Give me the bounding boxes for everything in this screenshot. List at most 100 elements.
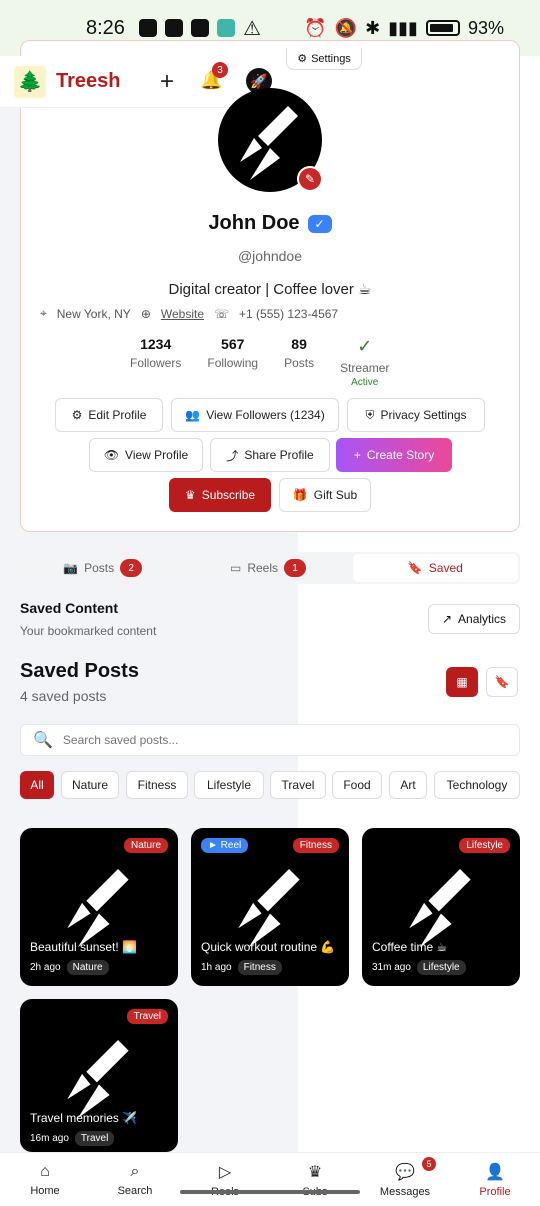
- battery-icon: [425, 20, 460, 36]
- filter-chip-fitness[interactable]: Fitness: [126, 771, 188, 799]
- gear-icon: ⚙: [297, 53, 308, 65]
- user-icon: 👤: [485, 1163, 505, 1181]
- brand-name[interactable]: Treesh: [56, 70, 120, 93]
- post-category-tag: Nature: [123, 838, 168, 853]
- verified-badge-icon: ✓: [307, 214, 332, 233]
- section-subtitle: Your bookmarked content: [20, 624, 157, 638]
- app-icon: [216, 19, 235, 37]
- filter-chip-nature[interactable]: Nature: [61, 771, 119, 799]
- website-link[interactable]: Website: [161, 307, 204, 321]
- grid-icon: ▦: [456, 675, 468, 689]
- post-category: Lifestyle: [416, 960, 466, 975]
- filter-chip-travel[interactable]: Travel: [270, 771, 326, 799]
- plus-icon: +: [353, 448, 361, 462]
- nav-messages[interactable]: 💬 Messages 5: [360, 1153, 450, 1206]
- saved-post-card[interactable]: Lifestyle Coffee time ☕ 31m ago Lifestyl…: [362, 828, 520, 986]
- filter-chip-all[interactable]: All: [20, 771, 54, 799]
- post-footer: 16m ago Travel: [30, 1131, 115, 1146]
- post-category-tag: Lifestyle: [459, 838, 510, 853]
- edit-avatar-button[interactable]: ✎: [297, 166, 323, 192]
- saved-post-card[interactable]: Nature Beautiful sunset! 🌅 2h ago Nature: [20, 828, 178, 986]
- stat-posts[interactable]: 89 Posts: [284, 336, 314, 388]
- nav-home[interactable]: ⌂ Home: [0, 1153, 90, 1206]
- subscribe-button[interactable]: ♛ Subscribe: [169, 478, 271, 512]
- edit-profile-button[interactable]: ⚙ Edit Profile: [55, 398, 163, 432]
- check-icon: ✓: [357, 336, 373, 356]
- share-profile-button[interactable]: ⤴ Share Profile: [210, 438, 330, 472]
- home-icon: ⌂: [40, 1162, 50, 1180]
- instagram-icon: [138, 19, 157, 37]
- settings-button[interactable]: ⚙ Settings: [286, 48, 362, 70]
- post-footer: 1h ago Fitness: [201, 960, 282, 975]
- post-category: Fitness: [237, 960, 282, 975]
- mute-icon: 🔕: [334, 17, 358, 38]
- post-category-tag: Travel: [126, 1009, 168, 1024]
- share-icon: ⤴: [226, 448, 239, 463]
- nav-reels[interactable]: ▷ Reels: [180, 1153, 270, 1206]
- privacy-settings-button[interactable]: ⛨ Privacy Settings: [347, 398, 485, 432]
- search-input[interactable]: [62, 733, 483, 747]
- nav-profile[interactable]: 👤 Profile: [450, 1153, 540, 1206]
- add-icon[interactable]: +: [160, 68, 174, 96]
- reels-count-badge: 1: [284, 559, 306, 577]
- battery-level: 93%: [467, 17, 504, 38]
- filter-chip-lifestyle[interactable]: Lifestyle: [194, 771, 264, 799]
- profile-phone: +1 (555) 123-4567: [239, 306, 339, 321]
- profile-meta: ⌖ New York, NY ⊕ Website ☏ +1 (555) 123-…: [40, 306, 338, 321]
- post-time: 16m ago: [30, 1133, 69, 1144]
- crown-icon: ♛: [184, 488, 196, 502]
- tab-reels[interactable]: ▭ Reels 1: [185, 552, 350, 584]
- section-title: Saved Content: [20, 600, 119, 616]
- nav-subs[interactable]: ♛ Subs: [270, 1153, 360, 1206]
- filter-chip-technology[interactable]: Technology: [434, 771, 520, 799]
- saved-post-card[interactable]: ► Reel Fitness Quick workout routine 💪 1…: [191, 828, 349, 986]
- tab-saved[interactable]: 🔖 Saved: [352, 554, 518, 582]
- saved-post-card[interactable]: Travel Travel memories ✈️ 16m ago Travel: [20, 999, 178, 1152]
- filter-chip-food[interactable]: Food: [332, 771, 382, 799]
- view-profile-button[interactable]: 👁 View Profile: [89, 438, 203, 472]
- post-time: 1h ago: [201, 962, 232, 973]
- profile-bio: Digital creator | Coffee lover ☕: [168, 281, 372, 298]
- messages-badge: 5: [422, 1157, 436, 1171]
- profile-stats: 1234 Followers 567 Following 89 Posts ✓ …: [130, 336, 415, 388]
- gift-sub-button[interactable]: 🎁 Gift Sub: [279, 478, 371, 512]
- grid-view-button[interactable]: ▦: [446, 667, 478, 697]
- post-caption: Coffee time ☕: [372, 940, 448, 954]
- post-caption: Travel memories ✈️: [30, 1111, 138, 1125]
- saved-posts-title: Saved Posts: [20, 660, 139, 682]
- saved-posts-count: 4 saved posts: [20, 688, 107, 704]
- location-pin-icon: ⌖: [40, 306, 47, 320]
- post-caption: Beautiful sunset! 🌅: [30, 940, 137, 954]
- post-category-tag: Fitness: [292, 838, 339, 853]
- post-caption: Quick workout routine 💪: [201, 940, 336, 954]
- eye-icon: 👁: [103, 448, 120, 462]
- filter-chip-art[interactable]: Art: [389, 771, 427, 799]
- nav-search[interactable]: ⌕ Search: [90, 1153, 180, 1206]
- stat-followers[interactable]: 1234 Followers: [130, 336, 181, 388]
- post-category: Nature: [66, 960, 109, 975]
- view-followers-button[interactable]: 👥 View Followers (1234): [171, 398, 339, 432]
- play-icon: ▷: [218, 1163, 232, 1181]
- tab-posts[interactable]: 📷 Posts 2: [20, 552, 185, 584]
- analytics-button[interactable]: ↗ Analytics: [428, 604, 520, 634]
- trend-up-icon: ↗: [441, 612, 453, 626]
- profile-location: New York, NY: [56, 306, 131, 321]
- globe-icon: ⊕: [140, 306, 151, 321]
- status-notification-icons: ⚠: [138, 16, 261, 41]
- bookmark-view-button[interactable]: 🔖: [486, 667, 518, 697]
- stat-following[interactable]: 567 Following: [207, 336, 258, 388]
- home-indicator[interactable]: [180, 1190, 360, 1194]
- camera-icon: 📷: [63, 561, 79, 575]
- bookmark-icon: 🔖: [494, 675, 510, 689]
- bottom-nav: ⌂ Home ⌕ Search ▷ Reels ♛ Subs 💬 Message…: [0, 1152, 540, 1206]
- message-icon: 💬: [395, 1163, 415, 1181]
- video-icon: ▭: [229, 561, 242, 575]
- search-icon: 🔍: [33, 732, 53, 749]
- notification-badge: 3: [212, 62, 228, 78]
- alarm-icon: ⏰: [304, 17, 327, 38]
- create-story-button[interactable]: + Create Story: [336, 438, 452, 472]
- posts-count-badge: 2: [120, 559, 143, 577]
- search-icon: ⌕: [130, 1162, 140, 1180]
- treesh-logo-icon[interactable]: 🌲: [14, 65, 46, 98]
- users-icon: 👥: [185, 408, 201, 422]
